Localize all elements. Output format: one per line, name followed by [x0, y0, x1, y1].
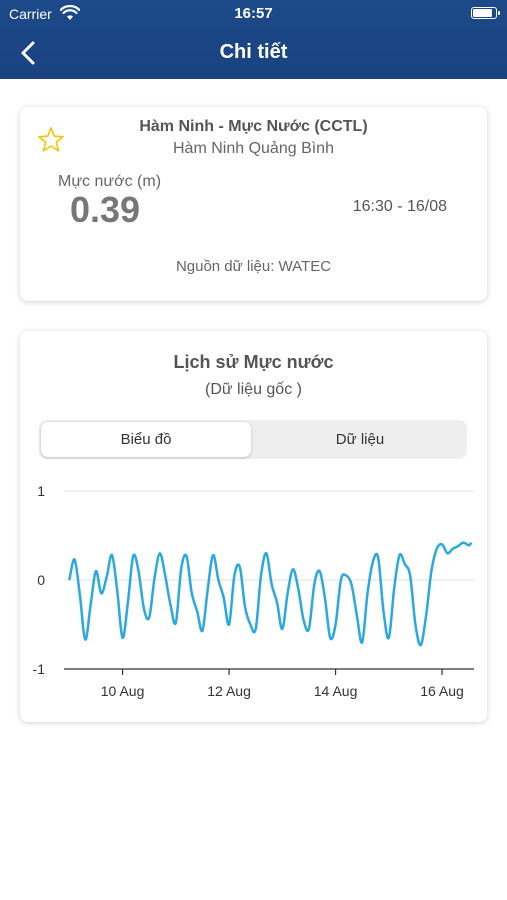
station-location: Hàm Ninh Quảng Bình — [173, 140, 334, 157]
battery-icon — [471, 7, 500, 19]
water-level-value: 0.39 — [70, 189, 141, 230]
tab-chart[interactable]: Biểu đồ — [41, 422, 251, 457]
water-level-series-line — [68, 541, 473, 647]
status-time: 16:57 — [234, 5, 273, 22]
x-tick-label: 10 Aug — [101, 683, 145, 699]
history-title: Lịch sử Mực nước — [173, 352, 334, 372]
station-name: Hàm Ninh - Mực Nước (CCTL) — [139, 118, 368, 135]
x-tick-label: 14 Aug — [314, 683, 358, 699]
tab-data[interactable]: Dữ liệu — [255, 422, 465, 457]
data-source: Nguồn dữ liệu: WATEC — [175, 258, 332, 275]
measurement-time: 16:30 - 16/08 — [352, 198, 447, 215]
water-level-chart: 1 0 -1 10 Aug 12 Aug 14 Aug 16 Aug — [33, 483, 474, 699]
battery-level-fill — [473, 9, 492, 17]
x-tick-label: 16 Aug — [420, 683, 464, 699]
history-card: Lịch sử Mực nước (Dữ liệu gốc ) Biểu đồ … — [20, 331, 487, 722]
y-tick-label: 1 — [37, 483, 45, 499]
navigation-bar: Chi tiết — [0, 28, 507, 79]
app-header: Carrier 16:57 Chi tiết — [0, 0, 507, 79]
y-tick-label: 0 — [37, 572, 45, 588]
view-segmented-control: Biểu đồ Dữ liệu — [39, 420, 467, 459]
status-bar: Carrier 16:57 — [0, 0, 507, 28]
page-title: Chi tiết — [219, 41, 288, 63]
x-tick-label: 12 Aug — [207, 683, 251, 699]
y-tick-label: -1 — [33, 661, 46, 677]
station-info-card: Hàm Ninh - Mực Nước (CCTL) Hàm Ninh Quản… — [20, 107, 487, 301]
history-subtitle: (Dữ liệu gốc ) — [205, 381, 302, 398]
